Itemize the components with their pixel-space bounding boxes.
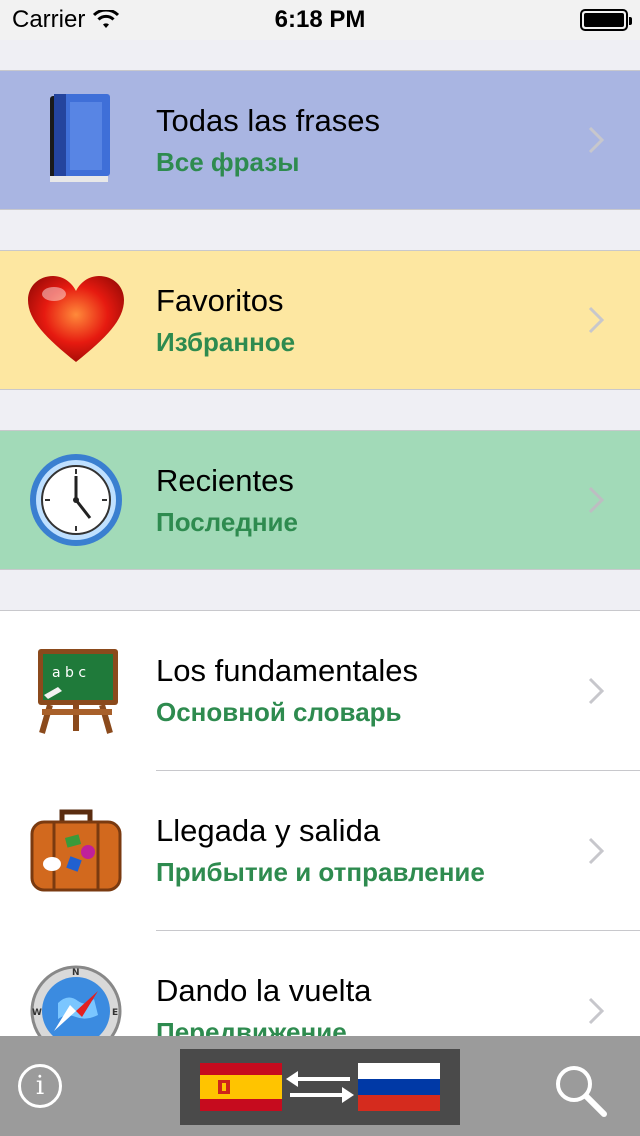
menu-item-arrival-departure[interactable]: Llegada y salida Прибытие и отправление [0,771,640,930]
menu-item-favorites[interactable]: Favoritos Избранное [0,250,640,390]
search-icon [556,1066,607,1117]
menu-item-texts: Dando la vuelta Передвижение [156,973,576,1036]
suitcase-icon [26,801,126,901]
search-button[interactable] [552,1062,608,1118]
menu-item-title: Favoritos [156,282,284,318]
chevron-right-icon [576,486,616,514]
menu-item-subtitle: Прибытие и отправление [156,857,485,887]
chevron-right-icon [576,126,616,154]
chalkboard-icon: a b c [26,641,126,741]
status-left: Carrier [12,6,120,34]
menu-item-title: Dando la vuelta [156,973,372,1008]
category-list: a b c Los fundamentales Основной словарь [0,610,640,1036]
chevron-right-icon [576,997,616,1025]
clock-icon [26,450,126,550]
menu-item-basics[interactable]: a b c Los fundamentales Основной словарь [0,611,640,770]
chevron-right-icon [576,677,616,705]
book-icon [26,90,126,190]
menu-item-subtitle: Все фразы [156,146,300,177]
compass-icon: N E W [26,961,126,1036]
menu-item-subtitle: Избранное [156,326,296,357]
menu-item-all-phrases[interactable]: Todas las frases Все фразы [0,70,640,210]
menu-item-texts: Recientes Последние [156,463,576,538]
svg-text:E: E [112,1008,118,1018]
menu-list: Todas las frases Все фразы Favoritos Изб… [0,40,640,1036]
menu-item-texts: Llegada y salida Прибытие и отправление [156,813,576,888]
menu-item-title: Todas las frases [156,102,380,138]
heart-icon [26,270,126,370]
menu-item-recent[interactable]: Recientes Последние [0,430,640,570]
menu-item-title: Recientes [156,462,294,498]
battery-icon [580,9,632,31]
language-swap-button[interactable] [180,1049,460,1125]
info-icon: i [35,1071,45,1101]
menu-item-subtitle: Передвижение [156,1017,347,1036]
svg-text:W: W [32,1008,42,1018]
russia-flag-icon [358,1063,440,1111]
menu-item-texts: Los fundamentales Основной словарь [156,653,576,728]
chevron-right-icon [576,306,616,334]
menu-item-title: Los fundamentales [156,653,418,688]
spain-flag-icon [200,1063,282,1111]
swap-arrows-icon [286,1071,354,1103]
info-button[interactable]: i [18,1064,62,1108]
wifi-icon [93,10,120,28]
carrier-label: Carrier [12,6,86,33]
menu-item-texts: Todas las frases Все фразы [156,103,576,178]
chevron-right-icon [576,837,616,865]
menu-item-subtitle: Основной словарь [156,697,402,727]
svg-text:N: N [72,968,80,978]
menu-item-texts: Favoritos Избранное [156,283,576,358]
menu-item-getting-around[interactable]: N E W Dando la vuelta Передвижение [0,931,640,1036]
menu-item-title: Llegada y salida [156,813,381,848]
menu-item-subtitle: Последние [156,506,298,537]
status-bar: Carrier 6:18 PM [0,0,640,40]
bottom-toolbar: i [0,1036,640,1136]
svg-text:a b c: a b c [52,665,86,681]
